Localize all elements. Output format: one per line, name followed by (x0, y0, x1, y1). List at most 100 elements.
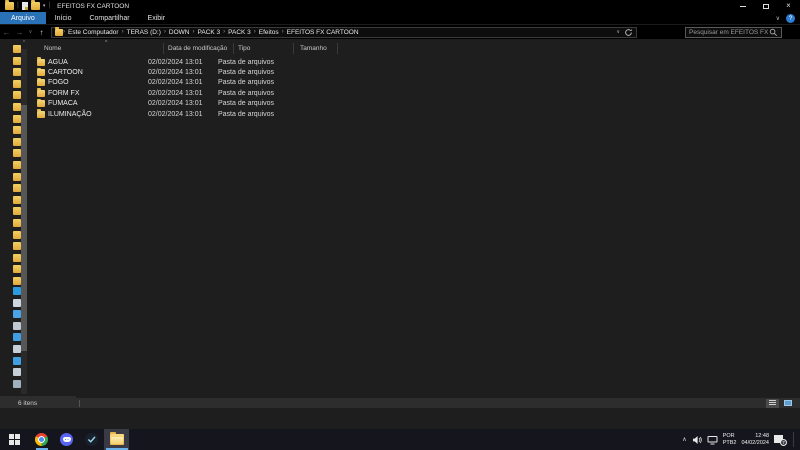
tree-folder-icon[interactable] (13, 57, 21, 65)
ribbon-collapse-icon[interactable]: ∨ (776, 15, 780, 22)
taskbar-file-explorer[interactable] (104, 429, 129, 450)
help-icon[interactable]: ? (786, 14, 795, 23)
breadcrumb-teras-d[interactable]: TERAS (D:) (124, 29, 164, 36)
tree-folder-icon[interactable] (13, 184, 21, 192)
taskbar-creative-app[interactable] (79, 429, 104, 450)
clock[interactable]: 12:48 04/02/2024 (741, 433, 769, 446)
language-indicator[interactable]: POR PTB2 (723, 433, 737, 446)
file-name: FUMACA (48, 100, 148, 107)
tree-folder-icon[interactable] (13, 103, 21, 111)
scroll-up-icon[interactable]: ^ (21, 40, 27, 46)
tree-folder-icon[interactable] (13, 161, 21, 169)
refresh-icon[interactable] (624, 28, 633, 37)
file-row-iluminacao[interactable]: ILUMINAÇÃO 02/02/2024 13:01 Pasta de arq… (28, 109, 800, 119)
tree-onedrive-icon[interactable] (13, 287, 21, 295)
tab-arquivo[interactable]: Arquivo (0, 12, 46, 24)
taskbar-chrome[interactable] (29, 429, 54, 450)
search-icon[interactable] (769, 28, 778, 37)
file-row-fumaca[interactable]: FUMACA 02/02/2024 13:01 Pasta de arquivo… (28, 99, 800, 109)
tree-this-pc-icon[interactable] (13, 299, 21, 307)
column-separator[interactable] (163, 43, 164, 54)
tree-pictures-icon[interactable] (13, 345, 21, 353)
taskbar-discord[interactable] (54, 429, 79, 450)
hidden-icons-chevron-icon[interactable]: ∧ (682, 436, 686, 443)
tree-downloads-icon[interactable] (13, 333, 21, 341)
details-view-button[interactable] (766, 399, 779, 408)
column-separator[interactable] (293, 43, 294, 54)
qat-dropdown-icon[interactable]: ▾ (43, 3, 46, 9)
action-center-button[interactable]: 7 (774, 434, 786, 445)
tree-folder-icon[interactable] (13, 207, 21, 215)
tree-folder-icon[interactable] (13, 231, 21, 239)
column-nome[interactable]: Nome (44, 45, 61, 52)
tree-folder-icon[interactable] (13, 277, 21, 285)
sidebar-scrollbar-thumb[interactable] (21, 105, 27, 351)
file-name: ILUMINAÇÃO (48, 111, 148, 118)
tree-folder-icon[interactable] (13, 138, 21, 146)
volume-icon[interactable] (692, 435, 702, 445)
column-tipo[interactable]: Tipo (238, 45, 250, 52)
file-row-form-fx[interactable]: FORM FX 02/02/2024 13:01 Pasta de arquiv… (28, 88, 800, 98)
address-dropdown-icon[interactable]: ∨ (616, 29, 620, 35)
breadcrumb-down[interactable]: DOWN (166, 29, 193, 36)
tree-videos-icon[interactable] (13, 368, 21, 376)
breadcrumb-efeitos[interactable]: Efeitos (256, 29, 282, 36)
tree-documents-icon[interactable] (13, 322, 21, 330)
recent-locations-icon[interactable]: ∨ (26, 29, 35, 35)
file-type: Pasta de arquivos (218, 90, 280, 97)
tree-folder-icon[interactable] (13, 265, 21, 273)
maximize-button[interactable] (754, 0, 777, 12)
tab-compartilhar[interactable]: Compartilhar (80, 12, 138, 24)
explorer-icon[interactable] (5, 2, 14, 10)
network-icon[interactable] (707, 435, 718, 445)
breadcrumb-pack3-a[interactable]: PACK 3 (195, 29, 224, 36)
file-row-agua[interactable]: AGUA 02/02/2024 13:01 Pasta de arquivos (28, 57, 800, 67)
tab-inicio[interactable]: Início (46, 12, 81, 24)
forward-button[interactable]: → (13, 28, 26, 37)
start-button[interactable] (0, 429, 29, 450)
tree-folder-icon[interactable] (13, 254, 21, 262)
back-button[interactable]: ← (0, 28, 13, 37)
search-input[interactable] (689, 29, 769, 36)
chrome-icon (35, 433, 48, 446)
tree-desktop-icon[interactable] (13, 310, 21, 318)
column-separator[interactable] (233, 43, 234, 54)
tree-disk-icon[interactable] (13, 380, 21, 388)
window-title: EFEITOS FX CARTOON (57, 3, 129, 10)
tree-folder-icon[interactable] (13, 149, 21, 157)
tab-exibir[interactable]: Exibir (139, 12, 175, 24)
new-folder-icon[interactable] (31, 2, 40, 10)
sidebar-scrollbar[interactable] (21, 49, 27, 394)
navigation-pane[interactable]: ^ (0, 39, 28, 408)
tree-folder-icon[interactable] (13, 219, 21, 227)
tree-music-icon[interactable] (13, 357, 21, 365)
search-box[interactable] (685, 27, 782, 38)
column-tamanho[interactable]: Tamanho (300, 45, 327, 52)
column-separator[interactable] (337, 43, 338, 54)
minimize-button[interactable] (731, 0, 754, 12)
tree-folder-icon[interactable] (13, 68, 21, 76)
close-button[interactable]: × (777, 0, 800, 12)
tree-folder-icon[interactable] (13, 115, 21, 123)
properties-icon[interactable] (22, 2, 28, 10)
address-bar[interactable]: › Este Computador › TERAS (D:) › DOWN › … (51, 27, 637, 38)
tree-folder-icon[interactable] (13, 242, 21, 250)
show-desktop-divider[interactable] (793, 432, 794, 447)
up-button[interactable]: ↑ (35, 28, 48, 37)
tree-folder-icon[interactable] (13, 173, 21, 181)
tree-folder-icon[interactable] (13, 126, 21, 134)
breadcrumb-efeitos-fx-cartoon[interactable]: EFEITOS FX CARTOON (284, 29, 362, 36)
breadcrumb-pack3-b[interactable]: PACK 3 (225, 29, 254, 36)
file-row-cartoon[interactable]: CARTOON 02/02/2024 13:01 Pasta de arquiv… (28, 67, 800, 77)
column-data-modificacao[interactable]: Data de modificação (168, 45, 227, 52)
tree-folder-icon[interactable] (13, 80, 21, 88)
breadcrumb-este-computador[interactable]: Este Computador (65, 29, 122, 36)
file-row-fogo[interactable]: FOGO 02/02/2024 13:01 Pasta de arquivos (28, 78, 800, 88)
thumbnail-view-button[interactable] (781, 399, 794, 408)
tree-folder-icon[interactable] (13, 196, 21, 204)
folder-icon (37, 100, 45, 107)
tree-folder-icon[interactable] (13, 45, 21, 53)
tree-folder-icon[interactable] (13, 91, 21, 99)
windows-logo-icon (9, 434, 20, 445)
notification-badge: 7 (780, 439, 787, 446)
